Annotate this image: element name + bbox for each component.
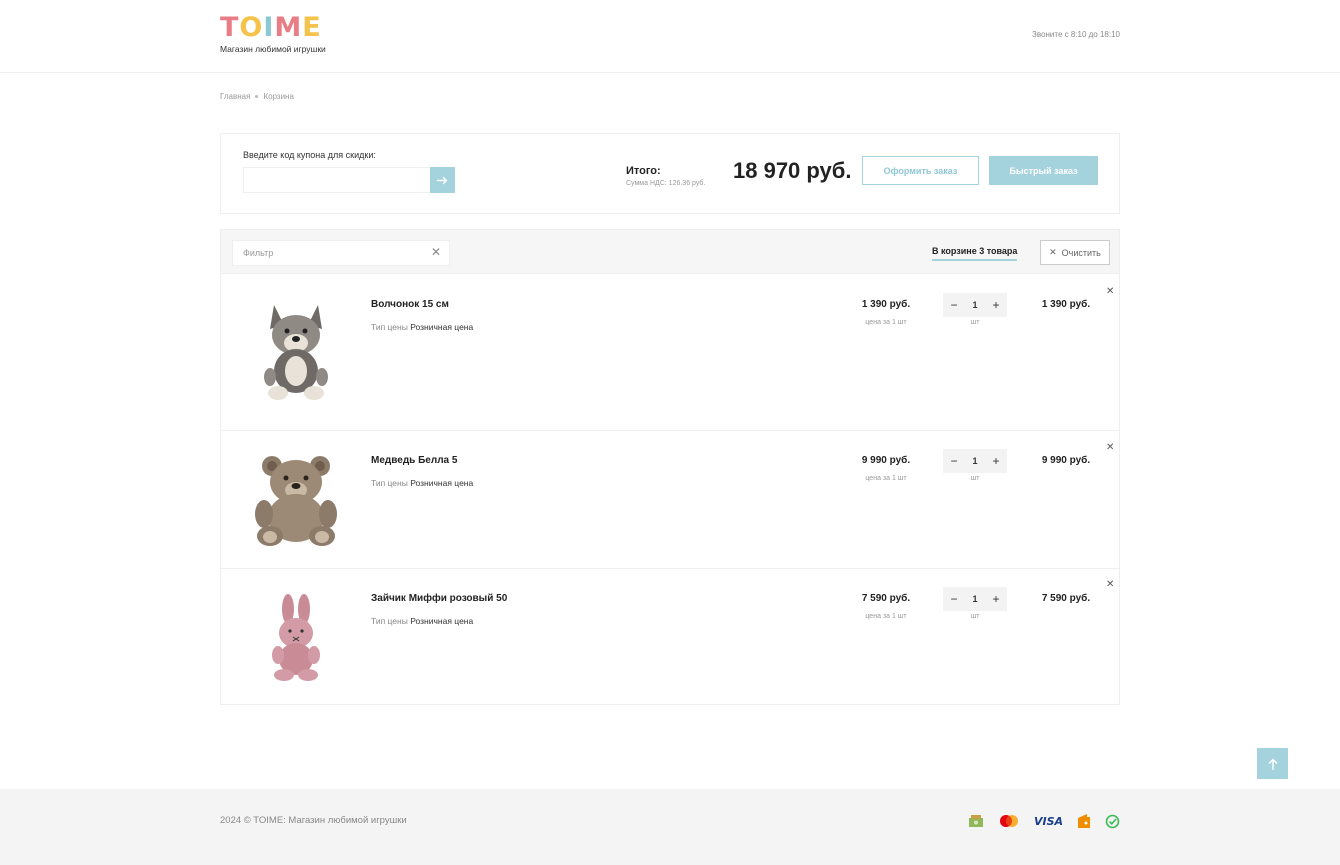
payment-icons: VISA <box>968 813 1120 829</box>
breadcrumb-separator <box>255 95 259 98</box>
total-amount: 18 970 руб. <box>733 158 852 183</box>
item-name[interactable]: Зайчик Миффи розовый 50 <box>371 593 507 604</box>
price-type-label: Тип цены <box>371 322 408 332</box>
phone-hours: Звоните с 8:10 до 18:10 <box>1032 30 1120 39</box>
plus-icon[interactable]: + <box>991 299 1001 311</box>
quantity-stepper: − 1 + <box>943 293 1007 317</box>
plus-icon[interactable]: + <box>991 455 1001 467</box>
logo-letter: T <box>220 12 240 43</box>
item-name[interactable]: Волчонок 15 см <box>371 299 449 310</box>
unit-price-note: цена за 1 шт <box>865 475 907 482</box>
wolf-plush-icon[interactable] <box>246 296 346 406</box>
bear-plush-icon[interactable] <box>246 445 346 555</box>
total-label: Итого: <box>626 165 661 177</box>
visa-label: VISA <box>1034 814 1064 828</box>
minus-icon[interactable]: − <box>949 299 959 311</box>
line-total: 7 590 руб. <box>1041 593 1091 604</box>
close-icon: ✕ <box>1049 247 1057 257</box>
line-total: 1 390 руб. <box>1041 299 1091 310</box>
logo[interactable]: T O I M E Магазин любимой игрушки <box>220 14 340 56</box>
site-footer: 2024 © TOIME: Магазин любимой игрушки VI… <box>0 789 1340 865</box>
quantity-unit: шт <box>970 475 980 482</box>
cart-toolbar: Фильтр ✕ В корзине 3 товара ✕ Очистить <box>221 230 1119 274</box>
unit-price-note: цена за 1 шт <box>865 613 907 620</box>
logo-letter: O <box>239 12 264 43</box>
quantity-unit: шт <box>970 319 980 326</box>
price-type-label: Тип цены <box>371 616 408 626</box>
price-type-label: Тип цены <box>371 478 408 488</box>
yandex-money-icon <box>1077 813 1091 829</box>
site-header: T O I M E Магазин любимой игрушки Звонит… <box>0 0 1340 73</box>
logo-tagline: Магазин любимой игрушки <box>220 44 326 54</box>
item-price-type: Тип цены Розничная цена <box>371 478 473 488</box>
price-type-value: Розничная цена <box>410 478 474 488</box>
logo-wordmark: T O I M E <box>220 14 340 41</box>
remove-item-icon[interactable]: ✕ <box>1106 286 1114 297</box>
mastercard-icon <box>998 813 1020 829</box>
unit-price: 7 590 руб. <box>861 593 911 604</box>
unit-price: 1 390 руб. <box>861 299 911 310</box>
close-icon[interactable]: ✕ <box>431 245 441 259</box>
quantity-value[interactable]: 1 <box>972 300 977 310</box>
cart-item: Медведь Белла 5 Тип цены Розничная цена … <box>221 431 1119 569</box>
price-type-value: Розничная цена <box>410 616 474 626</box>
item-price-type: Тип цены Розничная цена <box>371 322 473 332</box>
quantity-value[interactable]: 1 <box>972 594 977 604</box>
vat-note: Сумма НДС: 126.36 руб. <box>626 180 706 187</box>
plus-icon[interactable]: + <box>991 593 1001 605</box>
unit-price: 9 990 руб. <box>861 455 911 466</box>
cash-icon <box>968 813 984 829</box>
coupon-apply-button[interactable] <box>430 167 455 193</box>
bunny-plush-icon[interactable] <box>246 583 346 693</box>
cart-item: Волчонок 15 см Тип цены Розничная цена 1… <box>221 274 1119 431</box>
coupon-label: Введите код купона для скидки: <box>243 150 376 160</box>
sbp-icon <box>1105 813 1120 829</box>
quantity-stepper: − 1 + <box>943 449 1007 473</box>
quantity-unit: шт <box>970 613 980 620</box>
item-name[interactable]: Медведь Белла 5 <box>371 455 457 466</box>
breadcrumb-home[interactable]: Главная <box>220 92 250 101</box>
cart-item: Зайчик Миффи розовый 50 Тип цены Розничн… <box>221 569 1119 705</box>
coupon-input[interactable] <box>243 167 431 193</box>
logo-letter: M <box>274 12 303 43</box>
unit-price-note: цена за 1 шт <box>865 319 907 326</box>
clear-cart-button[interactable]: ✕ Очистить <box>1040 240 1110 265</box>
breadcrumb: Главная Корзина <box>220 92 294 101</box>
remove-item-icon[interactable]: ✕ <box>1106 442 1114 453</box>
minus-icon[interactable]: − <box>949 455 959 467</box>
logo-letter: E <box>302 12 322 43</box>
breadcrumb-current: Корзина <box>263 92 294 101</box>
line-total: 9 990 руб. <box>1041 455 1091 466</box>
checkout-button[interactable]: Оформить заказ <box>862 156 979 185</box>
remove-item-icon[interactable]: ✕ <box>1106 579 1114 590</box>
arrow-right-icon <box>437 176 448 184</box>
clear-cart-label: Очистить <box>1061 247 1101 258</box>
quantity-value[interactable]: 1 <box>972 456 977 466</box>
logo-letter: I <box>263 12 275 43</box>
cart-list: Фильтр ✕ В корзине 3 товара ✕ Очистить В… <box>220 229 1120 705</box>
minus-icon[interactable]: − <box>949 593 959 605</box>
visa-icon: VISA <box>1034 813 1063 829</box>
cart-count-tab[interactable]: В корзине 3 товара <box>932 246 1018 261</box>
quantity-stepper: − 1 + <box>943 587 1007 611</box>
order-summary: Введите код купона для скидки: Итого: Су… <box>220 133 1120 214</box>
price-type-value: Розничная цена <box>410 322 474 332</box>
filter-input[interactable]: Фильтр <box>232 240 450 266</box>
copyright: 2024 © TOIME: Магазин любимой игрушки <box>220 815 407 826</box>
item-price-type: Тип цены Розничная цена <box>371 616 473 626</box>
arrow-up-icon <box>1268 758 1277 770</box>
quick-order-button[interactable]: Быстрый заказ <box>989 156 1098 185</box>
scroll-to-top-button[interactable] <box>1257 748 1288 779</box>
